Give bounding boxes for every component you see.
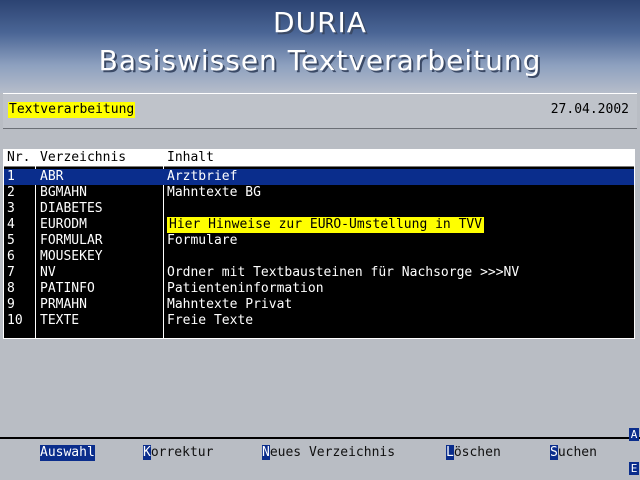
header-nr: Nr.	[7, 150, 31, 165]
row-content: Arztbrief	[167, 169, 238, 184]
row-nr: 5	[7, 233, 15, 248]
row-nr: 7	[7, 265, 15, 280]
table-row[interactable]: 5 FORMULAR Formulare	[4, 233, 634, 249]
loeschen-button[interactable]: Löschen	[446, 445, 501, 461]
row-content: Mahntexte BG	[167, 185, 261, 200]
row-nr: 10	[7, 313, 23, 328]
row-content: Ordner mit Textbausteinen für Nachsorge …	[167, 265, 520, 280]
korrektur-hotkey: K	[143, 445, 151, 460]
auswahl-button[interactable]: Auswahl	[40, 445, 95, 461]
row-directory: PATINFO	[40, 281, 95, 296]
row-directory: TEXTE	[40, 313, 80, 328]
table-row[interactable]: 6 MOUSEKEY	[4, 249, 634, 265]
row-nr: 2	[7, 185, 15, 200]
app-banner: DURIA Basiswissen Textverarbeitung	[0, 0, 640, 93]
table-row[interactable]: 8 PATINFO Patienteninformation	[4, 281, 634, 297]
row-nr: 8	[7, 281, 15, 296]
neu-label: eues Verzeichnis	[269, 445, 396, 460]
row-nr: 1	[7, 169, 15, 184]
suchen-label: uchen	[557, 445, 597, 460]
table-row[interactable]: 4 EURODM Hier Hinweise zur EURO-Umstellung…	[4, 217, 634, 233]
table-row[interactable]: 9 PRMAHN Mahntexte Privat	[4, 297, 634, 313]
row-content: Mahntexte Privat	[167, 297, 293, 312]
function-key-bar: Auswahl Korrektur Neues Verzeichnis Lösc…	[0, 440, 640, 480]
suchen-button[interactable]: Suchen	[550, 445, 597, 461]
korrektur-button[interactable]: Korrektur	[143, 445, 213, 461]
neu-hotkey: N	[262, 445, 270, 460]
row-directory: NV	[40, 265, 56, 280]
row-nr: 9	[7, 297, 15, 312]
table-row[interactable]: 7 NV Ordner mit Textbausteinen für Nachsor…	[4, 265, 634, 281]
table-row[interactable]: 1 ABR Arztbrief	[4, 169, 634, 185]
row-directory: PRMAHN	[40, 297, 87, 312]
row-directory: DIABETES	[40, 201, 103, 216]
row-directory: MOUSEKEY	[40, 249, 103, 264]
app-title: DURIA	[273, 6, 367, 39]
row-directory: BGMAHN	[40, 185, 87, 200]
row-content: Freie Texte	[167, 313, 254, 328]
row-nr: 6	[7, 249, 15, 264]
section-label: Textverarbeitung	[8, 102, 136, 118]
header-verzeichnis: Verzeichnis	[40, 150, 127, 165]
row-content: Formulare	[167, 233, 238, 248]
row-directory: EURODM	[40, 217, 87, 232]
loeschen-hotkey: L	[446, 445, 454, 460]
info-bar: Textverarbeitung 27.04.2002	[3, 93, 637, 129]
row-directory: FORMULAR	[40, 233, 103, 248]
date-label: 27.04.2002	[550, 102, 629, 117]
corner-indicator-top: A	[629, 428, 639, 441]
app-subtitle: Basiswissen Textverarbeitung	[98, 44, 542, 77]
table-row[interactable]: 10 TEXTE Freie Texte	[4, 313, 634, 329]
table-header: Nr. Verzeichnis Inhalt	[4, 150, 634, 167]
table-row[interactable]: 3 DIABETES	[4, 201, 634, 217]
row-content: Patienteninformation	[167, 281, 324, 296]
neues-verzeichnis-button[interactable]: Neues Verzeichnis	[262, 445, 395, 461]
corner-indicator-bottom: E	[629, 462, 639, 475]
header-inhalt: Inhalt	[167, 150, 214, 165]
row-directory: ABR	[40, 169, 64, 184]
row-nr: 3	[7, 201, 15, 216]
suchen-hotkey: S	[550, 445, 558, 460]
row-nr: 4	[7, 217, 15, 232]
row-content: Hier Hinweise zur EURO-Umstellung in TVV	[167, 217, 485, 233]
directory-table: Nr. Verzeichnis Inhalt 1 ABR Arztbrief 2 BGM…	[3, 149, 635, 339]
korrektur-label: orrektur	[150, 445, 214, 460]
table-row[interactable]: 2 BGMAHN Mahntexte BG	[4, 185, 634, 201]
divider	[0, 437, 640, 439]
loeschen-label: öschen	[453, 445, 501, 460]
